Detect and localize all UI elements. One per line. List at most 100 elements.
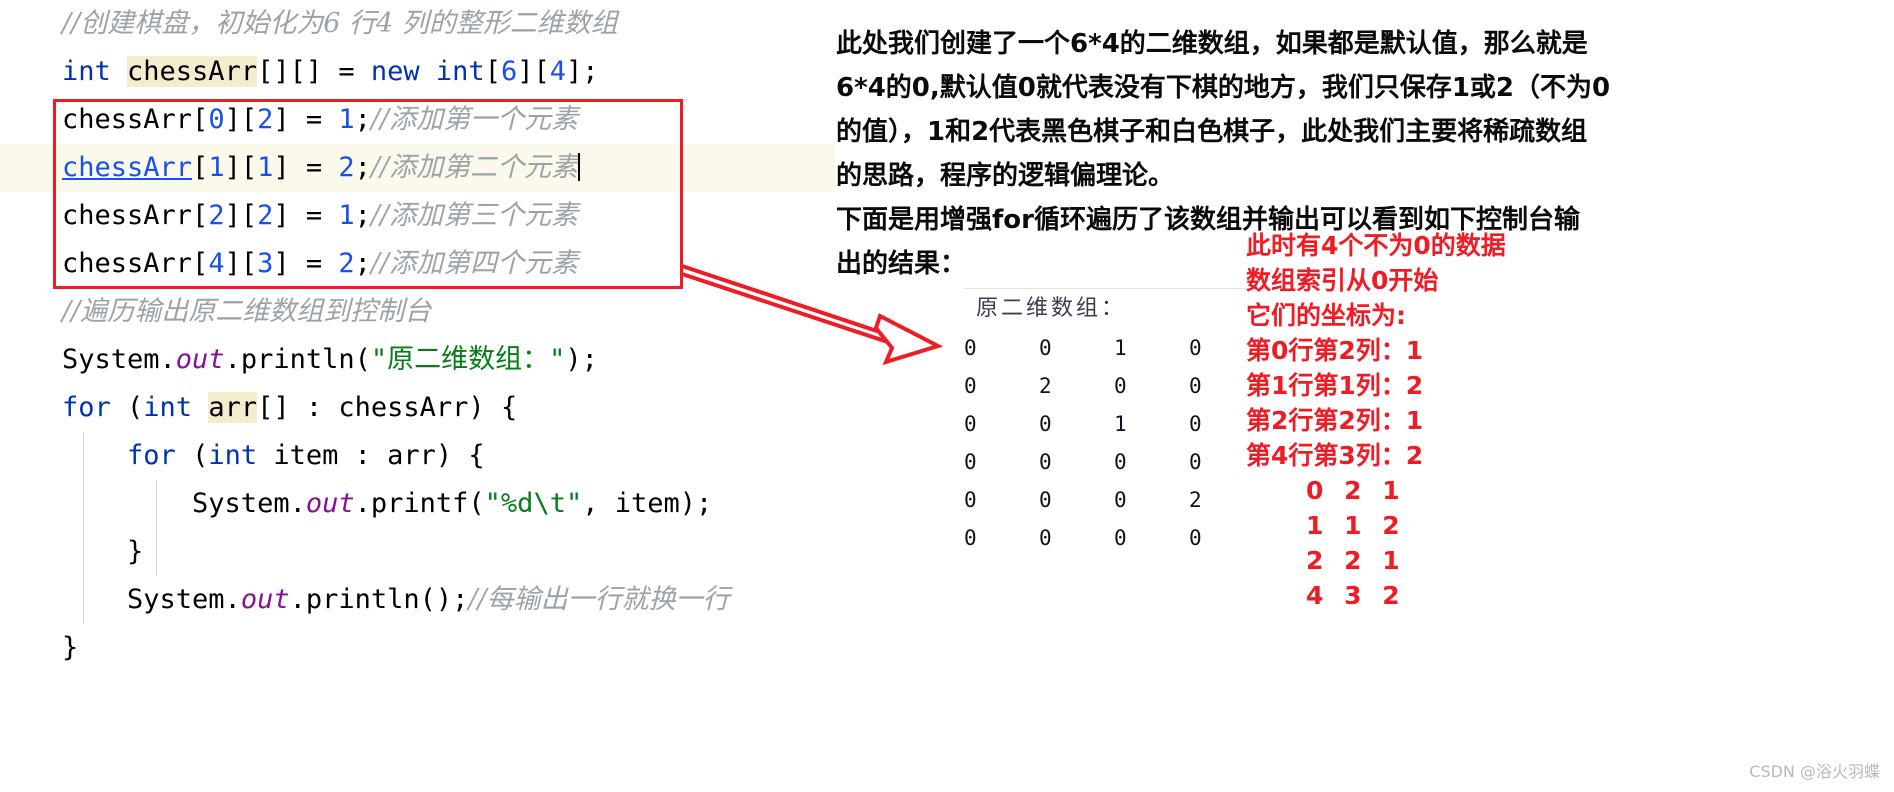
red-annotation-line: 第1行第1列：2 bbox=[1246, 371, 1424, 400]
code-token: System. bbox=[62, 488, 306, 519]
console-output: 原二维数组： 001002000010000000020000 bbox=[964, 290, 1264, 550]
console-matrix-row: 0010 bbox=[964, 336, 1264, 360]
code-token: 2 bbox=[257, 200, 274, 231]
code-token: int bbox=[143, 392, 209, 423]
code-token: [ bbox=[192, 152, 209, 183]
code-token: //添加第一个元素 bbox=[370, 104, 579, 135]
code-line[interactable]: System.out.printf("%d\t", item); bbox=[0, 480, 835, 528]
code-token: 2 bbox=[338, 152, 355, 183]
code-token: ][ bbox=[224, 104, 258, 135]
red-coordinate-triple: 2 2 1 bbox=[1306, 546, 1406, 575]
code-token: ][ bbox=[224, 200, 258, 231]
code-token: int bbox=[208, 440, 274, 471]
console-matrix-row: 0010 bbox=[964, 412, 1264, 436]
console-matrix-row: 0000 bbox=[964, 450, 1264, 474]
red-annotation-line: 它们的坐标为: bbox=[1246, 301, 1406, 330]
code-line[interactable]: int chessArr[][] = new int[6][4]; bbox=[0, 48, 835, 96]
console-matrix-cell: 1 bbox=[1114, 412, 1127, 436]
console-matrix-cell: 0 bbox=[1114, 488, 1127, 512]
code-line[interactable]: chessArr[2][2] = 1;//添加第三个元素 bbox=[0, 192, 835, 240]
console-matrix-cell: 0 bbox=[1039, 412, 1052, 436]
code-token: ( bbox=[127, 392, 144, 423]
code-token: arr bbox=[208, 392, 258, 423]
console-matrix-cell: 0 bbox=[1039, 336, 1052, 360]
code-token: chessArr bbox=[62, 152, 193, 183]
code-line[interactable]: for (int arr[] : chessArr) { bbox=[0, 384, 835, 432]
indent-guide-outer bbox=[83, 432, 84, 624]
console-matrix-cell: 0 bbox=[964, 488, 977, 512]
note-text-line: 的思路，程序的逻辑偏理论。 bbox=[836, 161, 1175, 191]
code-line[interactable]: System.out.println();//每输出一行就换一行 bbox=[0, 576, 835, 624]
code-token: ; bbox=[354, 248, 371, 279]
csdn-watermark: CSDN @浴火羽蝶 bbox=[1749, 762, 1880, 781]
code-token: ][ bbox=[224, 248, 258, 279]
code-line[interactable]: //创建棋盘，初始化为6 行4 列的整形二维数组 bbox=[0, 0, 835, 48]
code-token: out bbox=[175, 344, 225, 375]
code-token: ] = bbox=[273, 200, 339, 231]
code-lines-container[interactable]: //创建棋盘，初始化为6 行4 列的整形二维数组 int chessArr[][]… bbox=[0, 0, 835, 672]
code-token: ] = bbox=[273, 104, 339, 135]
console-matrix: 001002000010000000020000 bbox=[964, 336, 1264, 550]
console-matrix-cell: 0 bbox=[1039, 526, 1052, 550]
code-line[interactable]: System.out.println("原二维数组："); bbox=[0, 336, 835, 384]
console-matrix-cell: 0 bbox=[964, 450, 977, 474]
code-token: //添加第二个元素 bbox=[370, 152, 579, 183]
note-text-line: 6*4的0,默认值0就代表没有下棋的地方，我们只保存1或2（不为0 bbox=[836, 73, 1611, 103]
code-token: [] : chessArr) { bbox=[257, 392, 518, 423]
code-token: [][] = bbox=[257, 56, 371, 87]
code-line[interactable]: chessArr[4][3] = 2;//添加第四个元素 bbox=[0, 240, 835, 288]
code-line[interactable]: chessArr[0][2] = 1;//添加第一个元素 bbox=[0, 96, 835, 144]
code-token: 1 bbox=[208, 152, 225, 183]
console-matrix-cell: 0 bbox=[964, 374, 977, 398]
red-annotation-line: 数组索引从0开始 bbox=[1246, 266, 1439, 295]
code-token: ][ bbox=[224, 152, 258, 183]
code-editor-pane[interactable]: //创建棋盘，初始化为6 行4 列的整形二维数组 int chessArr[][]… bbox=[0, 0, 835, 792]
code-token: //添加第四个元素 bbox=[370, 248, 579, 279]
code-token: , item); bbox=[582, 488, 713, 519]
code-token: 2 bbox=[208, 200, 225, 231]
code-token: ] = bbox=[273, 152, 339, 183]
code-token: [ bbox=[484, 56, 501, 87]
code-token: System. bbox=[62, 584, 241, 615]
code-token: .printf( bbox=[354, 488, 485, 519]
code-token: new bbox=[370, 56, 436, 87]
code-token: out bbox=[305, 488, 355, 519]
code-token: ] = bbox=[273, 248, 339, 279]
code-token: 4 bbox=[208, 248, 225, 279]
note-text-line: 此处我们创建了一个6*4的二维数组，如果都是默认值，那么就是 bbox=[836, 29, 1588, 59]
code-token: 0 bbox=[208, 104, 225, 135]
code-token: //遍历输出原二维数组到控制台 bbox=[62, 296, 432, 327]
code-token: ( bbox=[192, 440, 209, 471]
code-token: .println(); bbox=[289, 584, 469, 615]
code-line[interactable]: //遍历输出原二维数组到控制台 bbox=[0, 288, 835, 336]
text-caret bbox=[578, 153, 581, 181]
code-token: [ bbox=[192, 104, 209, 135]
code-token: ; bbox=[354, 200, 371, 231]
code-line[interactable]: chessArr[1][1] = 2;//添加第二个元素 bbox=[0, 144, 835, 192]
code-token: 3 bbox=[257, 248, 274, 279]
code-token: chessArr bbox=[62, 104, 193, 135]
red-annotation-line: 第0行第2列：1 bbox=[1246, 336, 1424, 365]
indent-guide-inner bbox=[156, 480, 157, 576]
code-line[interactable]: for (int item : arr) { bbox=[0, 432, 835, 480]
console-matrix-cell: 2 bbox=[1039, 374, 1052, 398]
red-annotation-line: 第2行第2列：1 bbox=[1246, 406, 1424, 435]
console-title: 原二维数组： bbox=[976, 296, 1127, 321]
code-line[interactable]: } bbox=[0, 528, 835, 576]
console-matrix-row: 0002 bbox=[964, 488, 1264, 512]
code-token: //添加第三个元素 bbox=[370, 200, 579, 231]
code-token: "原二维数组：" bbox=[370, 344, 566, 375]
code-token: //每输出一行就换一行 bbox=[468, 584, 730, 615]
code-token: for bbox=[62, 392, 128, 423]
red-coordinate-triple: 0 2 1 bbox=[1306, 476, 1406, 505]
code-token: "%d\t" bbox=[484, 488, 583, 519]
code-token: [ bbox=[192, 248, 209, 279]
note-text-line: 的值），1和2代表黑色棋子和白色棋子，此处我们主要将稀疏数组 bbox=[836, 117, 1588, 147]
code-token: [ bbox=[192, 200, 209, 231]
console-matrix-cell: 0 bbox=[1039, 488, 1052, 512]
code-line[interactable]: } bbox=[0, 624, 835, 672]
code-token: 4 bbox=[549, 56, 566, 87]
console-matrix-cell: 0 bbox=[964, 412, 977, 436]
code-token: item : arr) { bbox=[273, 440, 485, 471]
